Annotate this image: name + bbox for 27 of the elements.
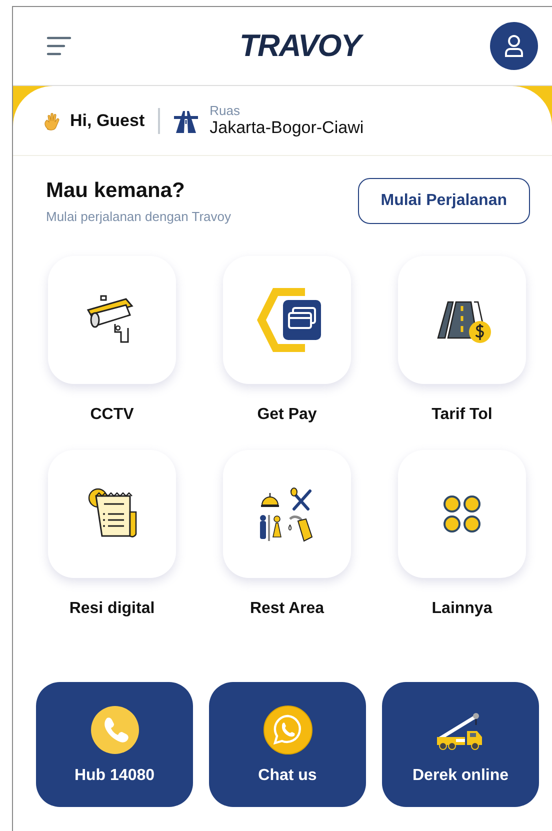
route-label: Ruas [210, 103, 241, 118]
chat-bubble-phone-icon [262, 704, 312, 754]
highway-icon [172, 108, 199, 132]
user-icon [502, 34, 525, 58]
service-tile[interactable] [223, 450, 351, 578]
menu-icon[interactable] [46, 35, 72, 57]
contact-button[interactable]: Hub 14080 [36, 682, 193, 807]
contact-button[interactable]: Derek online [382, 682, 539, 807]
phone-icon [90, 704, 140, 754]
service-tile[interactable] [223, 256, 351, 384]
service-label: Lainnya [432, 600, 492, 618]
service-tile[interactable] [48, 256, 176, 384]
service-label: Resi digital [69, 600, 155, 618]
service-tile[interactable] [398, 450, 526, 578]
contact-button[interactable]: Chat us [209, 682, 366, 807]
service-label: Get Pay [257, 406, 317, 424]
start-trip-button[interactable]: Mulai Perjalanan [358, 178, 530, 224]
section-title: Mau kemana? [46, 178, 186, 202]
service-tile[interactable] [398, 256, 526, 384]
greeting-text: Hi, Guest [70, 110, 145, 130]
section-subtitle: Mulai perjalanan dengan Travoy [46, 208, 232, 224]
service-label: Rest Area [250, 600, 324, 618]
service-tile[interactable] [48, 450, 176, 578]
service-label: Tarif Tol [432, 406, 492, 424]
profile-button[interactable] [490, 22, 538, 70]
route-name: Jakarta-Bogor-Ciawi [210, 118, 364, 138]
service-label: CCTV [90, 406, 134, 424]
